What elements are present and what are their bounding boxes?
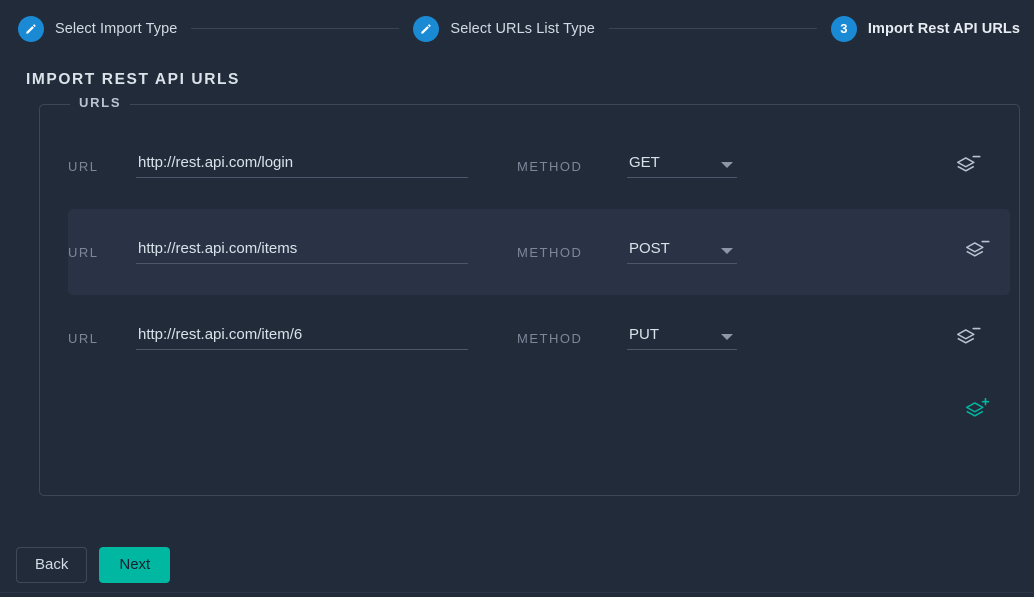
chevron-down-icon [721, 334, 733, 340]
step-3-number: 3 [840, 21, 848, 36]
chevron-down-icon [721, 162, 733, 168]
step-3-label: Import Rest API URLs [867, 20, 1021, 37]
add-row-actions [963, 381, 993, 441]
method-label: METHOD [517, 244, 583, 260]
urls-fieldset: URLS URL METHOD GET URL METHOD [39, 95, 1020, 496]
stepper-step-2[interactable]: Select URLs List Type [413, 15, 595, 42]
method-select[interactable]: GET [627, 154, 737, 178]
step-2-label: Select URLs List Type [450, 20, 595, 37]
table-row: URL METHOD PUT [68, 295, 1010, 381]
back-button[interactable]: Back [16, 546, 88, 583]
step-2-circle [413, 15, 440, 42]
step-1-label: Select Import Type [55, 20, 178, 37]
layers-remove-icon[interactable] [963, 238, 993, 264]
wizard-stepper: Select Import Type Select URLs List Type… [0, 0, 1034, 57]
row-actions [954, 123, 984, 209]
step-3-circle: 3 [830, 15, 857, 42]
page-title: IMPORT REST API URLS [26, 71, 240, 88]
next-button[interactable]: Next [99, 546, 171, 583]
stepper-step-3[interactable]: 3 Import Rest API URLs [830, 15, 1021, 42]
pencil-icon [421, 23, 432, 34]
step-1-circle [18, 15, 44, 42]
wizard-footer: Back Next [0, 532, 1034, 597]
method-value: GET [629, 154, 660, 171]
url-label: URL [68, 244, 99, 260]
url-label: URL [68, 330, 99, 346]
url-input[interactable] [136, 326, 468, 350]
url-input[interactable] [136, 154, 468, 178]
url-label: URL [68, 158, 99, 174]
footer-divider [0, 592, 1034, 593]
table-row: URL METHOD GET [68, 123, 1010, 209]
table-row: URL METHOD POST [68, 209, 1010, 295]
urls-rows: URL METHOD GET URL METHOD POST [40, 105, 1019, 441]
url-input[interactable] [136, 240, 468, 264]
layers-add-icon[interactable] [963, 398, 993, 424]
pencil-icon [26, 23, 36, 34]
method-label: METHOD [517, 330, 583, 346]
layers-remove-icon[interactable] [954, 153, 984, 179]
method-select[interactable]: PUT [627, 326, 737, 350]
row-actions [954, 295, 984, 381]
stepper-connector-1 [191, 28, 400, 29]
stepper-connector-2 [608, 28, 817, 29]
layers-remove-icon[interactable] [954, 325, 984, 351]
method-value: PUT [629, 326, 659, 343]
stepper-step-1[interactable]: Select Import Type [18, 15, 178, 42]
method-select[interactable]: POST [627, 240, 737, 264]
method-value: POST [629, 240, 670, 257]
add-url-row [40, 381, 1019, 441]
chevron-down-icon [721, 248, 733, 254]
method-label: METHOD [517, 158, 583, 174]
urls-legend: URLS [70, 95, 131, 110]
